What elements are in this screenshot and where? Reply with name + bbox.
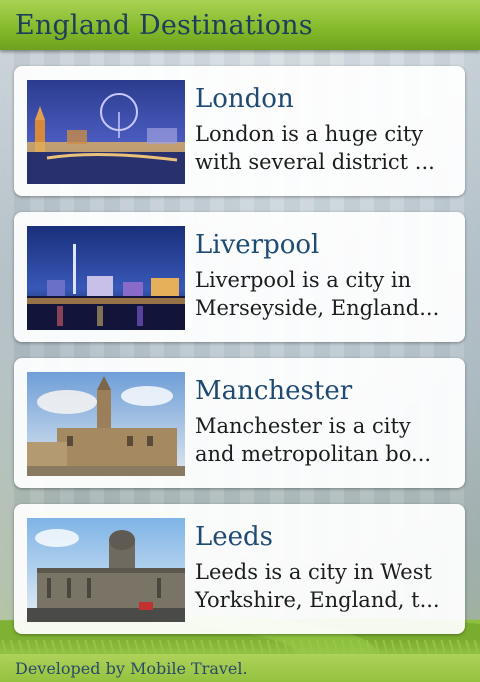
london-thumbnail	[27, 80, 185, 184]
destination-name: London	[195, 84, 294, 114]
developer-credit: Developed by Mobile Travel.	[15, 659, 248, 678]
leeds-thumbnail	[27, 518, 185, 622]
destination-description: Manchester is a city and metropolitan bo…	[195, 414, 432, 466]
destination-name: Liverpool	[195, 230, 320, 260]
liverpool-thumbnail	[27, 226, 185, 330]
destination-name: Manchester	[195, 376, 353, 406]
destination-item-leeds[interactable]: Leeds Leeds is a city in West Yorkshire,…	[14, 504, 465, 634]
destination-item-manchester[interactable]: Manchester Manchester is a city and metr…	[14, 358, 465, 488]
destination-description: Liverpool is a city in Merseyside, Engla…	[195, 268, 440, 320]
manchester-thumbnail	[27, 372, 185, 476]
page-title: England Destinations	[15, 10, 313, 41]
destination-description: Leeds is a city in West Yorkshire, Engla…	[195, 560, 440, 612]
app-header: England Destinations	[0, 0, 480, 50]
destination-item-liverpool[interactable]: Liverpool Liverpool is a city in Merseys…	[14, 212, 465, 342]
destination-item-london[interactable]: London London is a huge city with severa…	[14, 66, 465, 196]
destination-description: London is a huge city with several distr…	[195, 122, 435, 174]
destination-name: Leeds	[195, 522, 274, 552]
footer-bar: Developed by Mobile Travel.	[0, 654, 480, 682]
